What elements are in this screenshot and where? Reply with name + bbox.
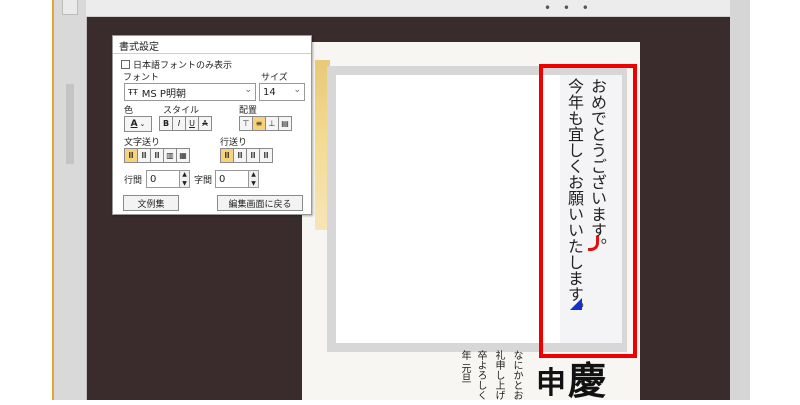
char-spacing-value: 0 (219, 173, 226, 185)
card-text-line: 卒よろしく (475, 350, 486, 400)
chevron-down-icon[interactable]: ▼ (182, 180, 187, 187)
line-feed-even-icon[interactable]: Ⅲ (259, 148, 273, 163)
size-value: 14 (263, 86, 276, 98)
return-to-edit-button[interactable]: 編集画面に戻る (217, 195, 303, 211)
color-label: 色 (124, 106, 134, 116)
right-scrollbar[interactable] (730, 0, 750, 400)
size-label: サイズ (261, 73, 288, 83)
divider (113, 53, 311, 54)
checkbox-icon[interactable] (121, 60, 130, 69)
chevron-up-icon[interactable]: ▲ (251, 171, 256, 178)
bold-button[interactable]: B (159, 116, 173, 131)
top-toolbar: • • • (86, 0, 730, 17)
examples-button[interactable]: 文例集 (123, 195, 179, 211)
align-justify-icon[interactable]: ▤ (278, 116, 292, 131)
char-feed-even-icon[interactable]: ▥ (163, 148, 177, 163)
char-feed-buttons: Ⅲ Ⅲ Ⅲ ▥ ▦ (124, 148, 190, 163)
selection-highlight (539, 64, 637, 358)
chevron-down-icon: ⌄ (293, 85, 301, 95)
line-spacing-value: 0 (150, 173, 157, 185)
card-text-line: 年 元旦 (459, 350, 470, 384)
font-label: フォント (123, 73, 160, 83)
left-panel (52, 0, 87, 400)
char-feed-grid-icon[interactable]: ▦ (176, 148, 190, 163)
align-buttons: ⊤ ≡ ⊥ ▤ (239, 116, 292, 131)
font-select[interactable]: ŦŦ MS P明朝 ⌄ (124, 83, 256, 101)
char-feed-label: 文字送り (124, 138, 161, 148)
panel-button[interactable] (62, 0, 78, 15)
chevron-down-icon: ⌄ (139, 120, 146, 128)
char-feed-top-icon[interactable]: Ⅲ (124, 148, 138, 163)
brush-calligraphy: 申 (536, 366, 566, 401)
style-label: スタイル (163, 106, 200, 116)
align-top-icon[interactable]: ⊤ (239, 116, 253, 131)
align-label: 配置 (239, 106, 258, 116)
font-color-icon: A (130, 119, 138, 129)
chevron-down-icon[interactable]: ▼ (251, 180, 256, 187)
format-settings-dialog: 書式設定 日本語フォントのみ表示 フォント サイズ ŦŦ MS P明朝 ⌄ 14… (112, 35, 312, 215)
line-spacing-input[interactable]: 0 (146, 170, 180, 188)
char-spacing-label: 字間 (194, 176, 213, 186)
line-spacing-stepper[interactable]: ▲ ▼ (179, 170, 190, 188)
card-text-line: なにかとお (511, 350, 522, 400)
char-feed-bottom-icon[interactable]: Ⅲ (150, 148, 164, 163)
card-text-line: 礼申し上げ (493, 350, 504, 400)
char-spacing-stepper[interactable]: ▲ ▼ (248, 170, 259, 188)
size-select[interactable]: 14 ⌄ (259, 83, 305, 101)
truetype-font-icon: ŦŦ (128, 87, 138, 97)
brush-calligraphy: 慶 (568, 358, 607, 403)
italic-button[interactable]: I (172, 116, 186, 131)
line-feed-center-icon[interactable]: Ⅲ (233, 148, 247, 163)
line-feed-left-icon[interactable]: Ⅲ (246, 148, 260, 163)
char-feed-center-icon[interactable]: Ⅲ (137, 148, 151, 163)
scrollbar[interactable] (66, 84, 74, 164)
char-spacing-input[interactable]: 0 (215, 170, 249, 188)
chevron-down-icon: ⌄ (244, 85, 252, 95)
line-feed-label: 行送り (220, 138, 248, 148)
font-value: MS P明朝 (141, 88, 186, 100)
color-picker-button[interactable]: A ⌄ (124, 116, 152, 132)
style-buttons: B I U A (159, 116, 212, 131)
underline-button[interactable]: U (185, 116, 199, 131)
line-spacing-label: 行間 (124, 176, 143, 186)
align-bottom-icon[interactable]: ⊥ (265, 116, 279, 131)
chevron-up-icon[interactable]: ▲ (182, 171, 187, 178)
line-feed-right-icon[interactable]: Ⅲ (220, 148, 234, 163)
strikethrough-button[interactable]: A (198, 116, 212, 131)
message-blank-area (336, 75, 560, 343)
dialog-title: 書式設定 (119, 42, 159, 53)
accent-strip (52, 0, 54, 400)
more-menu-icon[interactable]: • • • (544, 1, 593, 15)
line-feed-buttons: Ⅲ Ⅲ Ⅲ Ⅲ (220, 148, 273, 163)
align-center-icon[interactable]: ≡ (252, 116, 266, 131)
